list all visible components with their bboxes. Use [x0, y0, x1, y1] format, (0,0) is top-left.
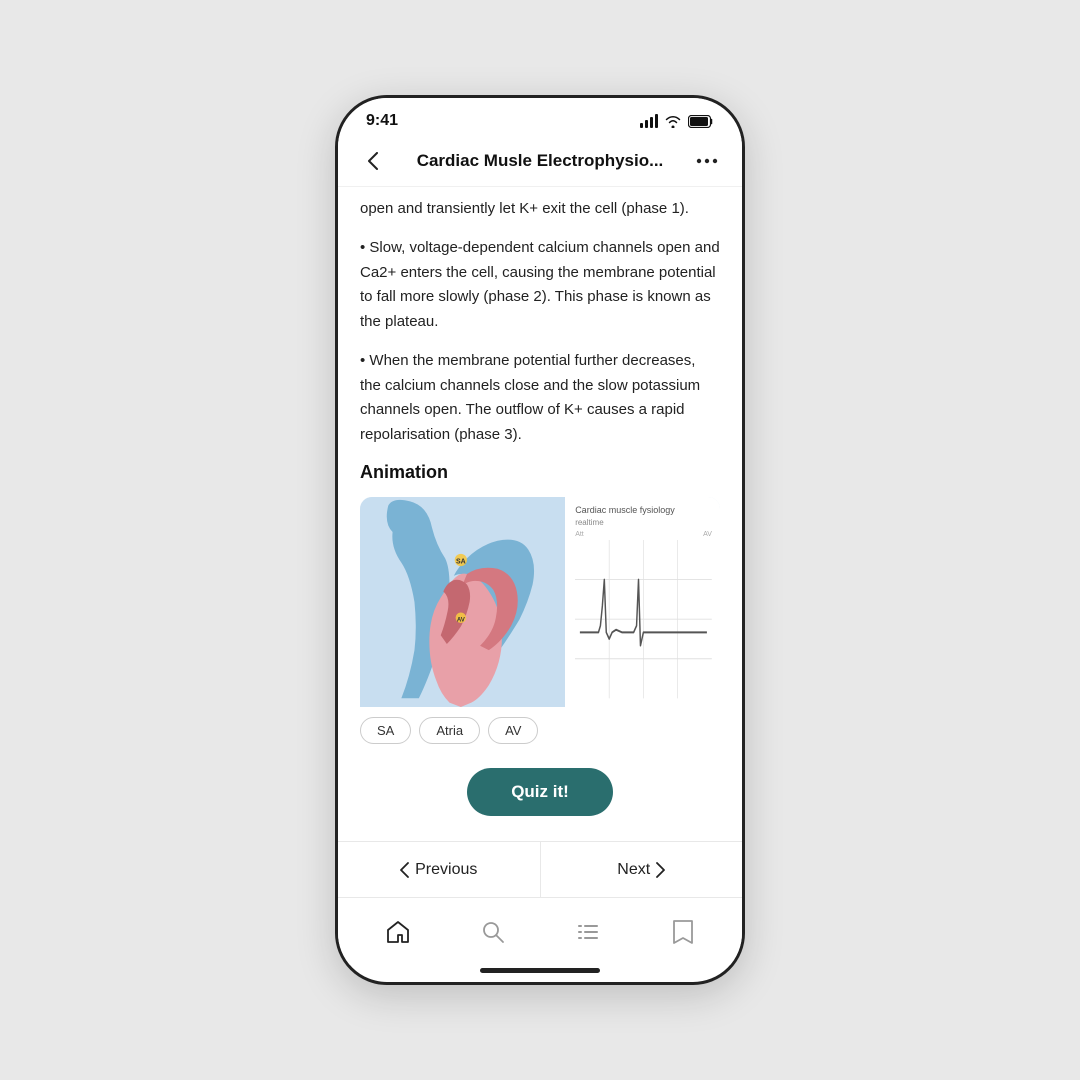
home-icon — [385, 919, 411, 945]
animation-tabs: SA Atria AV — [360, 717, 720, 744]
phone-frame: 9:41 — [335, 95, 745, 985]
bookmark-icon — [672, 919, 694, 945]
next-button[interactable]: Next — [541, 842, 743, 897]
tab-sa[interactable]: SA — [360, 717, 411, 744]
quiz-button-wrap: Quiz it! — [360, 768, 720, 816]
list-icon — [576, 920, 600, 944]
nav-bookmark[interactable] — [635, 898, 730, 965]
nav-list[interactable] — [540, 898, 635, 965]
paragraph-2: • Slow, voltage-dependent calcium channe… — [360, 236, 720, 335]
tab-av[interactable]: AV — [488, 717, 538, 744]
animation-panels: SA AV Cardiac muscle fysiology realtime — [360, 497, 720, 707]
battery-icon — [688, 115, 714, 128]
search-icon — [481, 920, 505, 944]
nav-search[interactable] — [445, 898, 540, 965]
more-button[interactable] — [690, 144, 724, 178]
content-area[interactable]: open and transiently let K+ exit the cel… — [338, 187, 742, 841]
ecg-realtime: realtime — [575, 518, 712, 527]
page-title: Cardiac Musle Electrophysio... — [398, 151, 682, 171]
animation-title: Animation — [360, 462, 720, 483]
paragraph-1: open and transiently let K+ exit the cel… — [360, 197, 720, 222]
ecg-chart — [575, 540, 712, 698]
wifi-icon — [664, 115, 682, 128]
svg-text:SA: SA — [456, 558, 466, 565]
heart-illustration: SA AV — [360, 497, 565, 707]
ecg-panel: Cardiac muscle fysiology realtime Att AV — [565, 497, 720, 707]
paragraph-3: • When the membrane potential further de… — [360, 349, 720, 448]
status-bar: 9:41 — [338, 98, 742, 136]
chevron-left-icon — [400, 862, 409, 878]
ecg-label: Cardiac muscle fysiology — [575, 505, 712, 517]
ecg-time-row: Att AV — [575, 531, 712, 538]
next-label: Next — [617, 861, 650, 879]
heart-panel: SA AV — [360, 497, 565, 707]
back-button[interactable] — [356, 144, 390, 178]
previous-button[interactable]: Previous — [338, 842, 541, 897]
status-time: 9:41 — [366, 112, 398, 130]
previous-label: Previous — [415, 861, 477, 879]
pagination-bar: Previous Next — [338, 841, 742, 897]
status-icons — [640, 114, 714, 128]
signal-icon — [640, 114, 658, 128]
nav-home[interactable] — [350, 898, 445, 965]
bottom-nav — [338, 897, 742, 965]
quiz-button[interactable]: Quiz it! — [467, 768, 613, 816]
chevron-right-icon — [656, 862, 665, 878]
animation-widget[interactable]: SA AV Cardiac muscle fysiology realtime — [360, 497, 720, 750]
svg-text:AV: AV — [457, 616, 466, 623]
tab-atria[interactable]: Atria — [419, 717, 480, 744]
navigation-bar: Cardiac Musle Electrophysio... — [338, 136, 742, 187]
home-indicator — [480, 968, 600, 973]
